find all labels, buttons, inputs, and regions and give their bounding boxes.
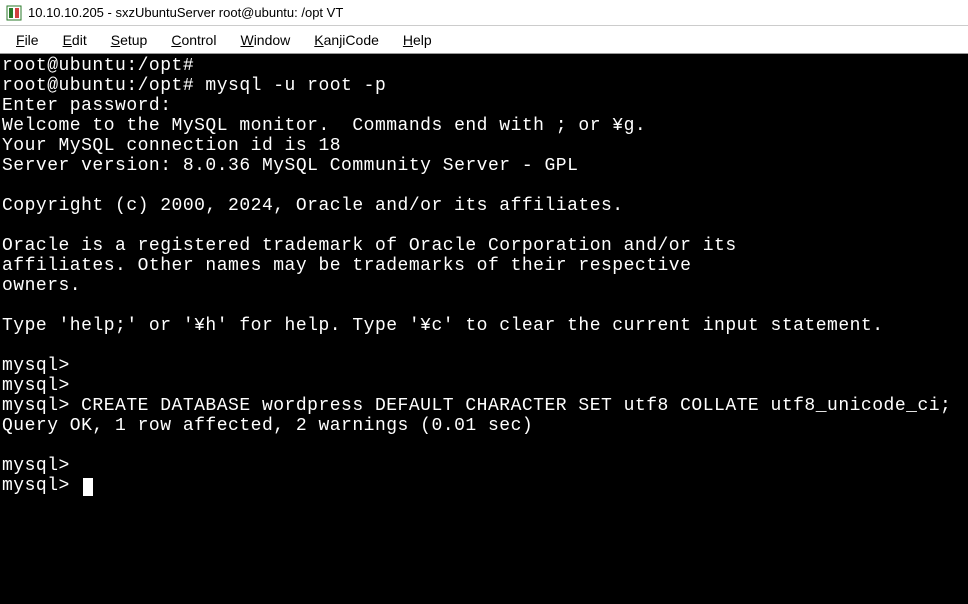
menu-edit[interactable]: Edit: [53, 30, 97, 50]
terminal-line: mysql> CREATE DATABASE wordpress DEFAULT…: [2, 396, 951, 416]
terminal-line: affiliates. Other names may be trademark…: [2, 256, 691, 276]
menu-file[interactable]: File: [6, 30, 49, 50]
window-title: 10.10.10.205 - sxzUbuntuServer root@ubun…: [28, 5, 343, 20]
terminal[interactable]: root@ubuntu:/opt# root@ubuntu:/opt# mysq…: [0, 54, 968, 604]
terminal-line: owners.: [2, 276, 81, 296]
terminal-line: Copyright (c) 2000, 2024, Oracle and/or …: [2, 196, 624, 216]
menu-help[interactable]: Help: [393, 30, 442, 50]
titlebar: 10.10.10.205 - sxzUbuntuServer root@ubun…: [0, 0, 968, 26]
terminal-line: mysql>: [2, 376, 70, 396]
terminal-line: root@ubuntu:/opt# mysql -u root -p: [2, 76, 386, 96]
terminal-line: root@ubuntu:/opt#: [2, 56, 194, 76]
terminal-line: Query OK, 1 row affected, 2 warnings (0.…: [2, 416, 533, 436]
terminal-line: Your MySQL connection id is 18: [2, 136, 341, 156]
menu-setup[interactable]: Setup: [101, 30, 158, 50]
terminal-line: Type 'help;' or '¥h' for help. Type '¥c'…: [2, 316, 884, 336]
terminal-line: mysql>: [2, 356, 70, 376]
menu-window[interactable]: Window: [230, 30, 300, 50]
terminal-line: mysql>: [2, 456, 70, 476]
menu-control[interactable]: Control: [161, 30, 226, 50]
cursor: [83, 478, 93, 496]
app-icon: [6, 5, 22, 21]
menu-kanjicode[interactable]: KanjiCode: [304, 30, 389, 50]
terminal-line: Welcome to the MySQL monitor. Commands e…: [2, 116, 646, 136]
terminal-line: Server version: 8.0.36 MySQL Community S…: [2, 156, 578, 176]
menubar: File Edit Setup Control Window KanjiCode…: [0, 26, 968, 54]
terminal-line: Enter password:: [2, 96, 172, 116]
terminal-line: mysql>: [2, 476, 81, 496]
terminal-line: Oracle is a registered trademark of Orac…: [2, 236, 737, 256]
